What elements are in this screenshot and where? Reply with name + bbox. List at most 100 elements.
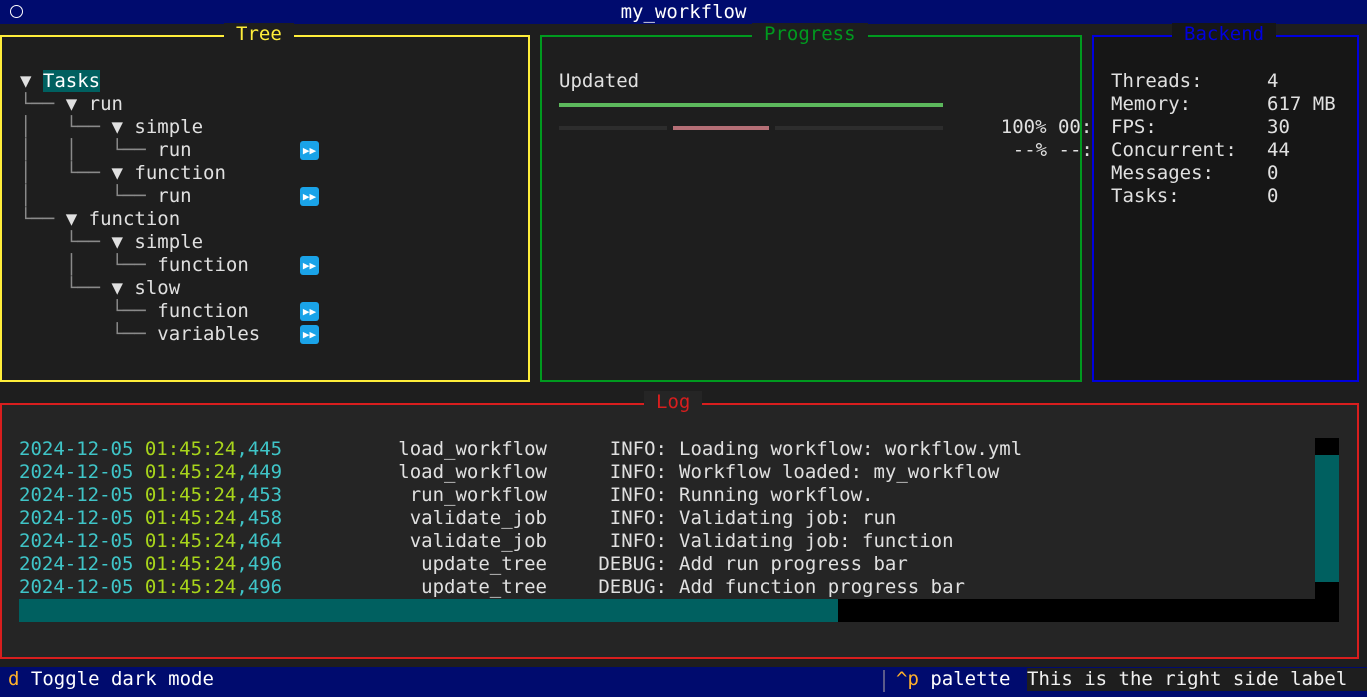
backend-stat-value: 44 xyxy=(1267,139,1290,161)
log-date: 2024-12-05 xyxy=(19,461,134,483)
tree-node[interactable]: │ │ └── run ▶▶ xyxy=(20,139,520,162)
log-vertical-scrollbar[interactable] xyxy=(1315,438,1339,599)
tree-node-label: run xyxy=(157,139,192,161)
log-level: INFO: xyxy=(609,507,667,529)
toggle-dark-mode-binding[interactable]: d Toggle dark mode xyxy=(8,668,214,691)
footer-divider xyxy=(883,670,885,692)
tree-node-label: function xyxy=(88,208,181,230)
log-ms: ,445 xyxy=(236,438,283,460)
tree-node[interactable]: └── function ▶▶ xyxy=(20,300,520,323)
tree-node-label: run xyxy=(88,93,123,115)
toggle-dark-mode-label: Toggle dark mode xyxy=(30,668,214,690)
log-horizontal-scrollbar[interactable] xyxy=(19,599,1339,622)
log-level: DEBUG: xyxy=(598,576,667,598)
run-task-icon[interactable]: ▶▶ xyxy=(300,187,319,206)
progress-panel-title: Progress xyxy=(752,23,868,46)
tree-guide-lines: │ └── xyxy=(20,185,158,207)
backend-panel: Backend Threads: 4 Memory: 617 MB FPS: 30 Conc… xyxy=(1092,23,1359,382)
log-source: update_tree xyxy=(421,553,547,575)
backend-stat-key: Threads: xyxy=(1111,70,1203,92)
tree-node[interactable]: └── ▼ function xyxy=(20,208,520,231)
log-panel: Log 2024-12-05 01:45:24,445 load_workflow… xyxy=(0,391,1359,659)
tree-node[interactable]: │ └── ▼ function xyxy=(20,162,520,185)
tree-root-expand-icon[interactable]: ▼ xyxy=(20,70,43,92)
app-header: my_workflow xyxy=(0,0,1367,24)
log-date: 2024-12-05 xyxy=(19,438,134,460)
tree-guide-lines: │ │ └── xyxy=(20,139,158,161)
log-message: Validating job: function xyxy=(679,530,954,552)
tree-node-expand-icon[interactable]: ▼ xyxy=(112,116,135,138)
tree-guide-lines: └── xyxy=(20,323,158,345)
progress-bar-2-track-right xyxy=(775,126,943,130)
progress-bar-1-percent: 100% 00:0 xyxy=(1000,116,1104,138)
progress-bar-2-track-left xyxy=(559,126,667,130)
tree-node-expand-icon[interactable]: ▼ xyxy=(112,231,135,253)
tree-node-label: variables xyxy=(157,323,261,345)
tree-node-label: simple xyxy=(134,116,204,138)
log-date: 2024-12-05 xyxy=(19,484,134,506)
log-ms: ,453 xyxy=(236,484,283,506)
tree-node-label: slow xyxy=(134,277,181,299)
run-task-icon[interactable]: ▶▶ xyxy=(300,325,319,344)
tree-node-expand-icon[interactable]: ▼ xyxy=(66,93,89,115)
tree-guide-lines: └── xyxy=(20,93,66,115)
tree-guide-lines: │ └── xyxy=(20,116,112,138)
log-message: Add function progress bar xyxy=(679,576,965,598)
palette-key: ^p xyxy=(896,668,919,690)
log-time: 01:45:24 xyxy=(144,461,237,483)
tree-node-expand-icon[interactable]: ▼ xyxy=(112,277,135,299)
log-entry: 2024-12-05 01:45:24,464 validate_job INFO:… xyxy=(19,530,1314,553)
toggle-dark-mode-key: d xyxy=(8,668,20,690)
tree-guide-lines: └── xyxy=(20,231,112,253)
log-ms: ,464 xyxy=(236,530,283,552)
backend-stat-row: Messages: 0 xyxy=(1111,162,1351,185)
tree-node[interactable]: └── variables ▶▶ xyxy=(20,323,520,346)
run-task-icon[interactable]: ▶▶ xyxy=(300,141,319,160)
log-date: 2024-12-05 xyxy=(19,507,134,529)
palette-binding[interactable]: ^p palette xyxy=(896,668,1010,691)
tree-guide-lines: └── xyxy=(20,208,66,230)
log-source: load_workflow xyxy=(398,438,547,460)
log-source: validate_job xyxy=(409,530,547,552)
log-view[interactable]: 2024-12-05 01:45:24,445 load_workflow INFO… xyxy=(19,438,1314,599)
log-entry: 2024-12-05 01:45:24,458 validate_job INFO:… xyxy=(19,507,1314,530)
backend-panel-title: Backend xyxy=(1172,23,1277,46)
tree-node[interactable]: └── ▼ slow xyxy=(20,277,520,300)
log-time: 01:45:24 xyxy=(144,438,237,460)
log-source: load_workflow xyxy=(398,461,547,483)
backend-stat-row: Concurrent: 44 xyxy=(1111,139,1351,162)
progress-bar-2-percent: --% --:- xyxy=(1012,139,1105,161)
tree-node[interactable]: └── ▼ run xyxy=(20,93,520,116)
tree-root[interactable]: ▼ Tasks xyxy=(20,70,520,93)
backend-stat-value: 4 xyxy=(1267,70,1279,92)
log-message: Validating job: run xyxy=(679,507,897,529)
log-message: Add run progress bar xyxy=(679,553,908,575)
log-ms: ,496 xyxy=(236,553,283,575)
tree-node[interactable]: └── ▼ simple xyxy=(20,231,520,254)
tree-node-expand-icon[interactable]: ▼ xyxy=(112,162,135,184)
tree-node-expand-icon[interactable]: ▼ xyxy=(66,208,89,230)
log-level: INFO: xyxy=(609,530,667,552)
backend-stat-key: Concurrent: xyxy=(1111,139,1237,161)
footer-bar: d Toggle dark mode ^p palette This is th… xyxy=(0,667,1367,697)
run-task-icon[interactable]: ▶▶ xyxy=(300,302,319,321)
backend-stat-value: 30 xyxy=(1267,116,1290,138)
log-entry: 2024-12-05 01:45:24,449 load_workflow INFO… xyxy=(19,461,1314,484)
log-vertical-scroll-thumb[interactable] xyxy=(1315,455,1339,582)
log-panel-title: Log xyxy=(644,391,703,414)
tree-node[interactable]: │ └── function ▶▶ xyxy=(20,254,520,277)
log-date: 2024-12-05 xyxy=(19,530,134,552)
log-horizontal-scroll-thumb[interactable] xyxy=(19,599,838,622)
log-time: 01:45:24 xyxy=(144,530,237,552)
progress-label: Updated xyxy=(559,70,640,92)
log-date: 2024-12-05 xyxy=(19,576,134,598)
right-side-label: This is the right side label xyxy=(1027,668,1367,691)
tree-node[interactable]: │ └── run ▶▶ xyxy=(20,185,520,208)
tree-panel-title: Tree xyxy=(224,23,294,46)
log-ms: ,449 xyxy=(236,461,283,483)
tree-guide-lines: └── xyxy=(20,300,158,322)
tree-node[interactable]: │ └── ▼ simple xyxy=(20,116,520,139)
run-task-icon[interactable]: ▶▶ xyxy=(300,256,319,275)
tree-node-label: function xyxy=(157,254,249,276)
tree-root-label[interactable]: Tasks xyxy=(42,70,101,92)
